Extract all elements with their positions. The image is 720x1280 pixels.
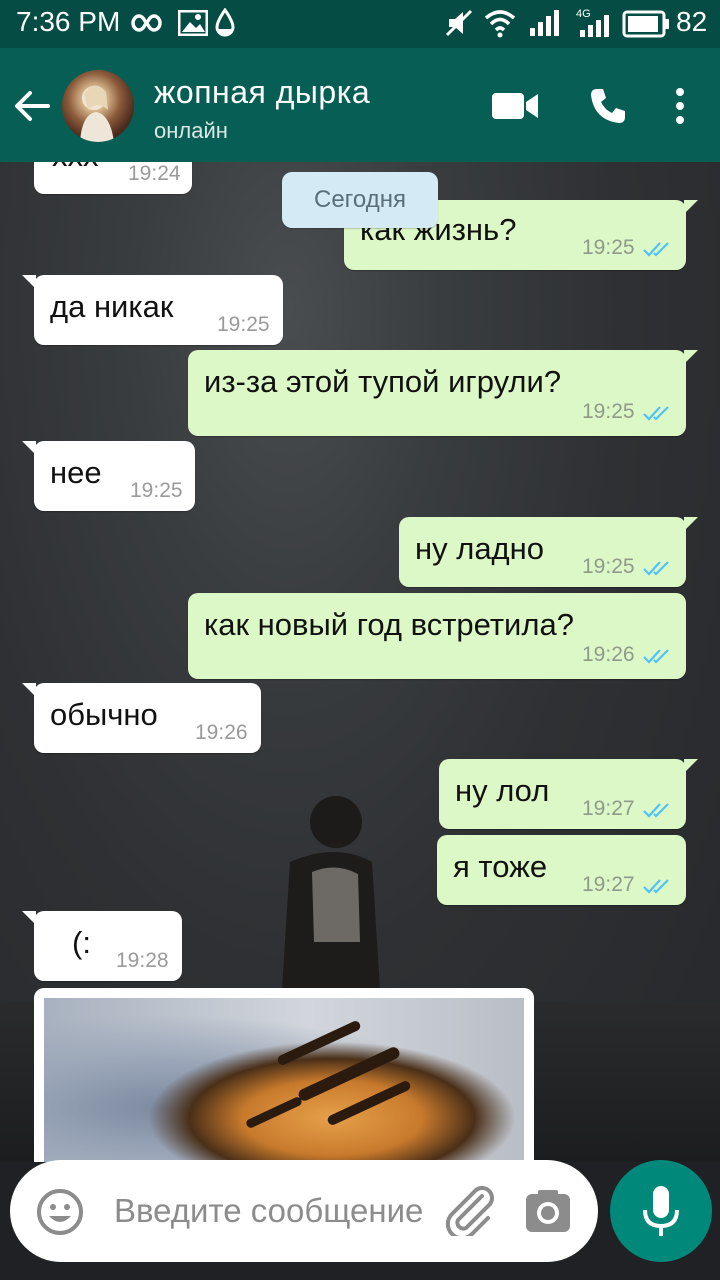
bubble-tail: [22, 441, 36, 455]
message-time: 19:25: [582, 400, 635, 423]
contact-status: онлайн: [154, 118, 228, 143]
message-text: ну лол: [455, 773, 550, 808]
message-time: 19:27: [582, 797, 635, 820]
battery-percent: 82: [676, 6, 708, 37]
message-time: 19:26: [195, 721, 248, 744]
emoji-icon[interactable]: [36, 1188, 84, 1236]
message-outgoing[interactable]: я тоже 19:27: [437, 835, 686, 905]
message-text: обычно: [50, 697, 158, 732]
gallery-icon: [178, 10, 208, 36]
message-text: ну ладно: [415, 531, 545, 566]
avatar[interactable]: [62, 70, 134, 142]
message-outgoing[interactable]: ну ладно 19:25: [399, 517, 698, 587]
camera-icon[interactable]: [524, 1188, 572, 1234]
message-time: 19:24: [128, 162, 181, 185]
bubble-tail: [684, 517, 698, 531]
message-outgoing[interactable]: как новый год встретила? 19:26: [188, 593, 686, 679]
battery-icon: [622, 10, 669, 38]
signal-icon: [530, 10, 559, 36]
message-incoming[interactable]: обычно 19:26: [22, 683, 261, 753]
phone-icon[interactable]: [588, 86, 628, 126]
back-arrow-icon[interactable]: [10, 84, 54, 128]
message-composer[interactable]: Введите сообщение: [10, 1160, 598, 1262]
image-message-photo[interactable]: [44, 998, 524, 1162]
status-bar: 7:36 PM 4G 82: [0, 0, 720, 48]
signal-4g-icon: [580, 15, 609, 37]
wifi-icon: [484, 10, 516, 38]
message-incoming[interactable]: ххх 19:24: [34, 162, 192, 194]
video-call-icon[interactable]: [490, 90, 540, 122]
message-incoming[interactable]: да никак 19:25: [22, 275, 283, 345]
message-text: ххх: [52, 162, 99, 174]
message-text: я тоже: [453, 849, 548, 884]
message-text: (:: [72, 925, 91, 960]
message-time: 19:27: [582, 873, 635, 896]
infinity-icon: [131, 14, 162, 32]
message-outgoing[interactable]: ну лол 19:27: [439, 759, 698, 829]
read-ticks-icon: [643, 561, 669, 576]
image-message[interactable]: [34, 988, 534, 1162]
message-time: 19:25: [130, 479, 183, 502]
read-ticks-icon: [643, 803, 669, 818]
more-vert-icon[interactable]: [670, 86, 690, 126]
chat-area[interactable]: ххх 19:24 как жизнь? 19:25 Сегодня да ни…: [0, 162, 720, 1162]
read-ticks-icon: [643, 879, 669, 894]
read-ticks-icon: [643, 649, 669, 664]
message-input[interactable]: Введите сообщение: [114, 1192, 423, 1230]
status-time: 7:36 PM: [16, 6, 121, 37]
read-ticks-icon: [643, 406, 669, 421]
bubble-tail: [684, 200, 698, 214]
contact-name[interactable]: жопная дырка: [154, 74, 370, 111]
message-outgoing[interactable]: из-за этой тупой игрули? 19:25: [188, 350, 698, 436]
message-time: 19:25: [582, 555, 635, 578]
attach-icon[interactable]: [442, 1186, 496, 1236]
message-text: нее: [50, 455, 102, 490]
bubble-tail: [684, 759, 698, 773]
message-incoming[interactable]: нее 19:25: [22, 441, 195, 511]
bubble-tail: [684, 350, 698, 364]
mic-icon: [643, 1186, 679, 1236]
mute-icon: [445, 9, 473, 37]
message-text: из-за этой тупой игрули?: [204, 364, 562, 399]
message-text: да никак: [50, 289, 174, 324]
date-chip: Сегодня: [282, 172, 438, 228]
bubble-tail: [22, 275, 36, 289]
drop-icon: [215, 8, 235, 37]
mic-button[interactable]: [610, 1160, 712, 1262]
bubble-tail: [22, 683, 36, 697]
message-time: 19:26: [582, 643, 635, 666]
message-time: 19:28: [116, 949, 169, 972]
message-incoming[interactable]: (: 19:28: [22, 911, 182, 981]
chat-header: жопная дырка онлайн: [0, 48, 720, 162]
message-time: 19:25: [582, 236, 635, 259]
message-time: 19:25: [217, 313, 270, 336]
bubble-tail: [22, 911, 36, 925]
read-ticks-icon: [643, 242, 669, 257]
message-text: как новый год встретила?: [204, 607, 574, 642]
